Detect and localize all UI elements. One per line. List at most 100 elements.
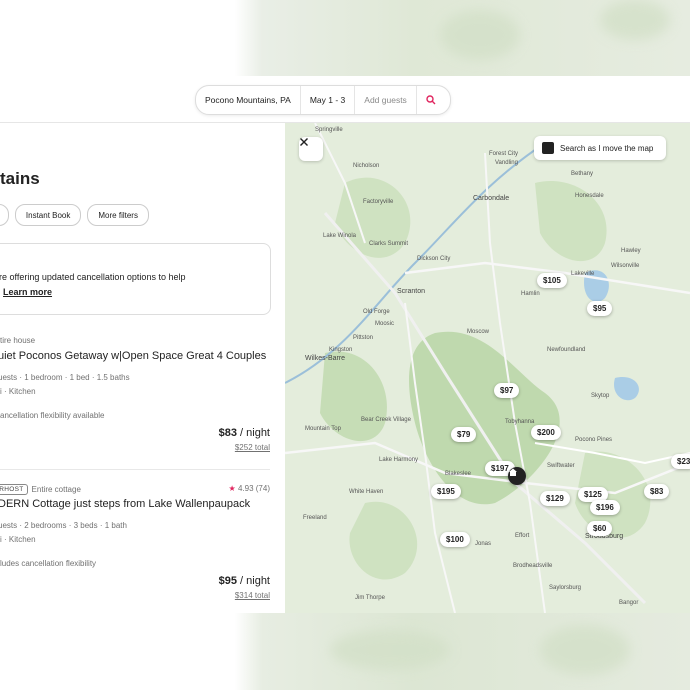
- search-as-move-label: Search as I move the map: [560, 143, 654, 153]
- price-pin[interactable]: $79: [451, 427, 477, 442]
- map-label: Wilkes-Barre: [305, 355, 346, 362]
- map-label: Old Forge: [363, 309, 390, 315]
- close-map-button[interactable]: [299, 137, 323, 161]
- price-pin[interactable]: $200: [531, 425, 561, 440]
- listing-cancellation: ancellation flexibility available: [0, 411, 105, 420]
- listing-card[interactable]: PERHOST Entire cottage ★ 4.93 (74) DERN …: [0, 484, 270, 609]
- map-label: Wilsonville: [611, 263, 640, 269]
- background-blur: [440, 10, 520, 60]
- listing-panel: tains nce Instant Book More filters re o…: [0, 123, 285, 613]
- map-label: White Haven: [349, 489, 384, 495]
- background-blur: [540, 625, 630, 675]
- price-pin[interactable]: $105: [537, 273, 567, 288]
- filter-chip-more[interactable]: More filters: [87, 204, 149, 226]
- background-blur: [330, 630, 450, 670]
- map-label: Moscow: [467, 329, 490, 335]
- map-label: Clarks Summit: [369, 241, 409, 247]
- map-label: Saylorsburg: [549, 585, 582, 591]
- price-pin[interactable]: $95: [587, 301, 613, 316]
- listing-total[interactable]: $252 total: [235, 443, 270, 452]
- search-bar[interactable]: Pocono Mountains, PA May 1 - 3 Add guest…: [195, 85, 451, 115]
- cancellation-notice: re offering updated cancellation options…: [0, 243, 271, 315]
- map-label: Carbondale: [473, 195, 510, 202]
- listing-type: tire house: [0, 336, 36, 345]
- map-cluster-marker[interactable]: [508, 467, 526, 485]
- map-label: Forest City: [489, 151, 519, 157]
- map-label: Dickson City: [417, 256, 451, 262]
- search-icon: [426, 95, 436, 105]
- listing-price: $95 / night: [218, 575, 270, 587]
- learn-more-link[interactable]: Learn more: [3, 287, 52, 297]
- filter-chip-price[interactable]: nce: [0, 204, 9, 226]
- price-pin[interactable]: $97: [494, 383, 520, 398]
- listing-rating: ★ 4.93 (74): [228, 484, 270, 493]
- filter-row: nce Instant Book More filters: [0, 204, 149, 226]
- listing-cancellation: ludes cancellation flexibility: [0, 559, 97, 568]
- location-field[interactable]: Pocono Mountains, PA: [196, 86, 301, 114]
- map-label: Blakeslee: [445, 471, 472, 477]
- close-icon: [300, 138, 308, 146]
- map-label: Scranton: [397, 288, 426, 295]
- map-label: Freeland: [303, 515, 327, 521]
- search-as-move-toggle[interactable]: Search as I move the map: [534, 136, 666, 160]
- map-label: Vandling: [495, 160, 518, 166]
- map-label: Factoryville: [363, 199, 394, 205]
- map-label: Jim Thorpe: [355, 595, 385, 601]
- divider: [0, 469, 270, 470]
- map-label: Hamlin: [521, 291, 540, 297]
- home-icon: [509, 468, 517, 476]
- header: Pocono Mountains, PA May 1 - 3 Add guest…: [0, 76, 690, 123]
- map-label: Effort: [515, 533, 530, 539]
- listing-details: uests · 2 bedrooms · 3 beds · 1 bath: [0, 521, 127, 530]
- guests-field[interactable]: Add guests: [355, 86, 417, 114]
- map-label: Mountain Top: [305, 426, 341, 432]
- background-blur: [600, 0, 670, 40]
- map[interactable]: Search as I move the map Springville For…: [285, 123, 690, 613]
- map-label: Bangor: [619, 600, 639, 606]
- map-label: Hawley: [621, 248, 641, 254]
- map-label: Lake Winola: [323, 233, 357, 239]
- listing-type: PERHOST Entire cottage: [0, 484, 81, 495]
- map-label: Lake Harmony: [379, 457, 419, 463]
- map-label: Pocono Pines: [575, 437, 613, 443]
- listing-total[interactable]: $314 total: [235, 591, 270, 600]
- map-label: Tobyhanna: [505, 419, 535, 425]
- price-pin[interactable]: $195: [431, 484, 461, 499]
- listing-amenities: i · Kitchen: [0, 535, 36, 544]
- listing-price: $83 / night: [218, 427, 270, 439]
- price-pin[interactable]: $100: [440, 532, 470, 547]
- search-button[interactable]: [417, 86, 445, 114]
- background-top: [0, 0, 690, 76]
- price-pin[interactable]: $23: [671, 454, 690, 469]
- notice-text: re offering updated cancellation options…: [0, 272, 186, 282]
- map-label: Springville: [315, 127, 343, 133]
- checkmark-icon: [534, 137, 542, 144]
- map-label: Newfoundland: [547, 347, 586, 353]
- price-pin[interactable]: $83: [644, 484, 670, 499]
- listing-name[interactable]: DERN Cottage just steps from Lake Wallen…: [0, 498, 250, 510]
- map-label: Swiftwater: [547, 463, 575, 469]
- filter-chip-instant-book[interactable]: Instant Book: [14, 204, 82, 226]
- map-label: Moosic: [375, 321, 395, 327]
- map-label: Pittston: [353, 335, 374, 341]
- search-as-move-checkbox[interactable]: [534, 137, 554, 154]
- map-label: Nicholson: [353, 163, 380, 169]
- map-label: Bear Creek Village: [361, 417, 411, 423]
- listing-card[interactable]: tire house uiet Poconos Getaway w|Open S…: [0, 336, 270, 461]
- map-label: Brodheadsville: [513, 563, 553, 569]
- superhost-badge: PERHOST: [0, 484, 28, 495]
- dates-field[interactable]: May 1 - 3: [301, 86, 356, 114]
- page-title: tains: [0, 169, 40, 188]
- price-pin[interactable]: $196: [590, 500, 620, 515]
- map-label: Honesdale: [575, 193, 604, 199]
- map-label: Lakeville: [571, 271, 595, 277]
- map-label: Bethany: [571, 171, 594, 177]
- star-icon: ★: [228, 484, 236, 493]
- map-label: Jonas: [475, 541, 492, 547]
- listing-amenities: i · Kitchen: [0, 387, 36, 396]
- price-pin[interactable]: $129: [540, 491, 570, 506]
- price-pin[interactable]: $60: [587, 521, 613, 536]
- map-label: Skytop: [591, 393, 610, 399]
- listing-name[interactable]: uiet Poconos Getaway w|Open Space Great …: [0, 350, 266, 362]
- listing-details: uests · 1 bedroom · 1 bed · 1.5 baths: [0, 373, 130, 382]
